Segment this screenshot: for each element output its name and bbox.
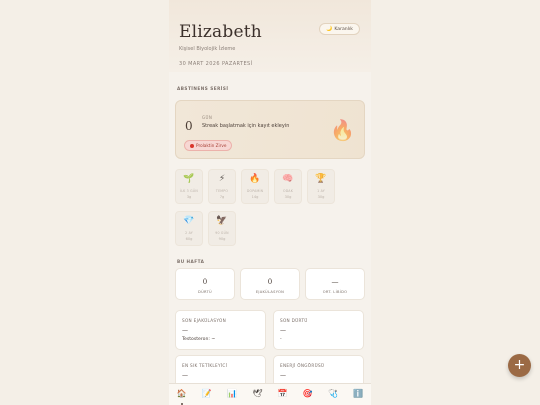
badge-days: 3g (186, 195, 192, 199)
journal-icon[interactable]: 📝 (198, 385, 216, 405)
badge-days: 14g (251, 195, 259, 199)
theme-toggle-button[interactable]: 🌙 Karanlık (319, 23, 360, 35)
streak-message: Streak başlatmak için kayıt ekleyin (202, 123, 290, 129)
bird-icon[interactable]: 🕊 (248, 385, 266, 405)
milestone-badge: 🔥 DOPAMİN 14g (241, 169, 269, 204)
badge-days: 60g (185, 237, 193, 241)
seedling-icon: 🌱 (183, 174, 195, 184)
prolactin-peak-badge: Prolaktin Zirve (184, 140, 233, 151)
milestone-badge: 🦅 90 GÜN 90g (208, 211, 236, 246)
week-card-ejaculation: 0 EJAKÜLASYON (240, 268, 300, 300)
badge-name: TEMPO (215, 189, 229, 193)
week-urges-value: 0 (202, 278, 208, 286)
badge-name: 2 AY (185, 231, 193, 235)
last-urge-sub: - (280, 337, 282, 342)
last-ejaculation-label: SON EJAKÜLASYON (182, 318, 226, 323)
eagle-icon: 🦅 (216, 216, 228, 226)
streak-section-label: ABSTİNENS SERİSİ (177, 86, 229, 91)
testosterone-estimate: Testosteron: ~ (182, 337, 216, 342)
badge-name: 90 GÜN (215, 231, 229, 235)
trophy-icon: 🏆 (315, 174, 327, 184)
current-date: 30 MART 2026 PAZARTESİ (179, 61, 253, 67)
week-ejaculation-label: EJAKÜLASYON (255, 290, 285, 294)
week-ejaculation-value: 0 (267, 278, 273, 286)
week-card-urges: 0 DÜRTÜ (175, 268, 235, 300)
page-subtitle: Kişisel Biyolojik İzleme (179, 46, 236, 52)
badge-name: İLK 3 GÜN (180, 189, 198, 193)
moon-icon: 🌙 (326, 26, 333, 32)
last-urge-label: SON DÜRTÜ (280, 318, 308, 323)
top-trigger-value: — (182, 372, 188, 379)
page-title: Elizabeth (179, 22, 262, 42)
calendar-icon[interactable]: 📅 (274, 385, 292, 405)
streak-card[interactable]: 0 GÜN Streak başlatmak için kayıt ekleyi… (175, 100, 365, 159)
home-icon[interactable]: 🏠 (173, 385, 191, 405)
badge-name: 1 AY (317, 189, 325, 193)
streak-unit: GÜN (202, 115, 213, 120)
flame-icon: 🔥 (330, 118, 355, 142)
add-entry-button[interactable]: + (508, 354, 531, 377)
milestone-badge: ⚡ TEMPO 7g (208, 169, 236, 204)
chart-icon[interactable]: 📊 (223, 385, 241, 405)
target-icon[interactable]: 🎯 (299, 385, 317, 405)
milestone-badge: 🌱 İLK 3 GÜN 3g (175, 169, 203, 204)
status-dot-icon (190, 143, 194, 148)
last-ejaculation-card[interactable]: SON EJAKÜLASYON — Testosteron: ~ (175, 310, 266, 350)
last-urge-card[interactable]: SON DÜRTÜ — - (273, 310, 364, 350)
info-icon[interactable]: ℹ️ (349, 385, 367, 405)
energy-forecast-label: ENERJİ ÖNGÖRÜSÜ (280, 363, 325, 368)
badge-days: 90g (218, 237, 226, 241)
bottom-nav: 🏠 📝 📊 🕊 📅 🎯 🩺 ℹ️ (169, 383, 371, 405)
badge-days: 7g (219, 195, 225, 199)
streak-count: 0 (185, 119, 193, 133)
week-card-libido: — ORT. LİBİDO (305, 268, 365, 300)
lightning-icon: ⚡ (218, 174, 226, 184)
badge-days: 30g (317, 195, 325, 199)
stethoscope-icon[interactable]: 🩺 (324, 385, 342, 405)
badge-name: DOPAMİN (246, 189, 264, 193)
milestone-badge: 🧠 ODAK 30g (274, 169, 302, 204)
badge-name: ODAK (283, 189, 293, 193)
diamond-icon: 💎 (183, 216, 195, 226)
flame-icon: 🔥 (249, 174, 261, 184)
badge-days: 30g (284, 195, 292, 199)
last-ejaculation-value: — (182, 327, 188, 334)
milestone-badge: 🏆 1 AY 30g (307, 169, 335, 204)
last-urge-value: — (280, 327, 286, 334)
top-trigger-label: EN SIK TETİKLEYİCİ (182, 363, 228, 368)
week-libido-value: — (331, 278, 339, 286)
week-libido-label: ORT. LİBİDO (322, 290, 348, 294)
app-container: Elizabeth Kişisel Biyolojik İzleme 30 MA… (169, 0, 371, 405)
week-urges-label: DÜRTÜ (198, 290, 212, 294)
week-section-label: BU HAFTA (177, 259, 205, 264)
prolactin-peak-label: Prolaktin Zirve (196, 143, 227, 148)
brain-icon: 🧠 (282, 174, 294, 184)
milestone-badge: 💎 2 AY 60g (175, 211, 203, 246)
theme-toggle-label: Karanlık (334, 26, 353, 32)
header: Elizabeth Kişisel Biyolojik İzleme 30 MA… (169, 0, 371, 72)
energy-forecast-value: — (280, 372, 286, 379)
